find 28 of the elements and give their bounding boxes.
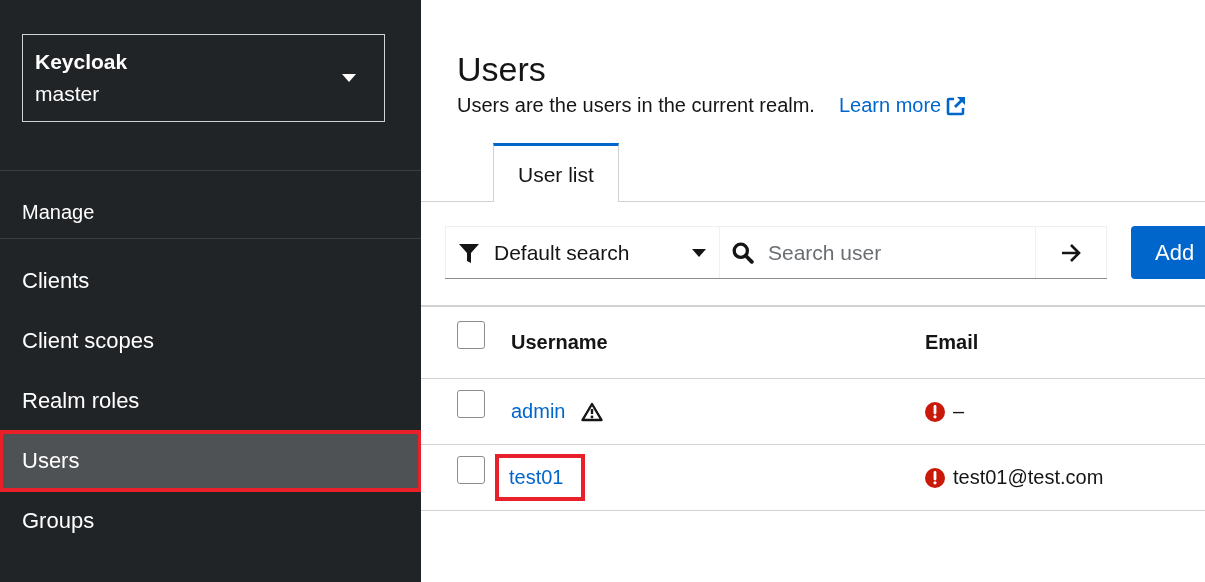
email-text: – (953, 400, 965, 423)
arrow-right-icon (1060, 242, 1082, 263)
nav-item[interactable]: Groups (0, 491, 421, 551)
section-heading: Manage (0, 171, 421, 239)
nav-item[interactable]: Realm roles (0, 371, 421, 431)
realm-selector[interactable]: Keycloak master (22, 34, 385, 122)
nav-item[interactable]: Client scopes (0, 311, 421, 371)
page-description: Users are the users in the current realm. (457, 94, 815, 117)
search-icon (732, 241, 754, 264)
caret-icon (691, 247, 707, 258)
nav-item[interactable]: Users (0, 431, 421, 491)
row-checkbox[interactable] (457, 389, 485, 418)
username-link[interactable]: admin (507, 394, 570, 429)
column-header: Email (925, 331, 979, 354)
external-link-icon (945, 94, 968, 117)
tab[interactable]: User list (493, 143, 619, 202)
page-title: Users (457, 49, 547, 90)
search-submit-button[interactable] (1035, 227, 1107, 278)
filter-icon (458, 241, 480, 264)
email-text: test01@test.com (953, 466, 1104, 489)
select-all-checkbox[interactable] (457, 320, 485, 349)
learn-more-link[interactable]: Learn more (838, 94, 968, 117)
filter-dropdown[interactable]: Default search (445, 227, 720, 278)
column-header: Username (511, 331, 608, 354)
caret-icon (341, 73, 357, 83)
nav-item[interactable]: Clients (0, 251, 421, 311)
add-user-button[interactable]: Add (1131, 226, 1205, 279)
row-checkbox[interactable] (457, 455, 485, 484)
